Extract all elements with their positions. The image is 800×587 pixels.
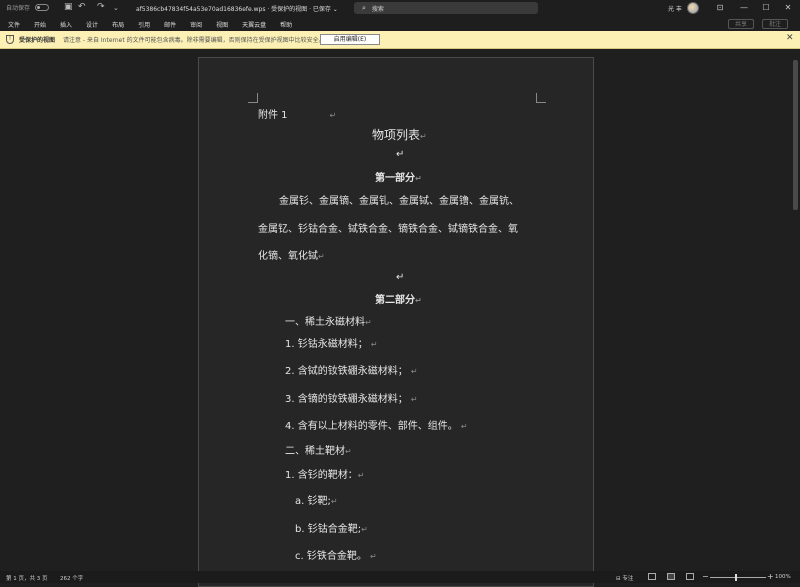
vertical-scrollbar[interactable] — [793, 60, 798, 210]
minimize-icon[interactable]: — — [734, 1, 754, 15]
menu-cloud[interactable]: 天翼云盘 — [242, 20, 266, 29]
menu-references[interactable]: 引用 — [138, 20, 150, 29]
attachment-label: 附件 1 ↵ — [258, 110, 337, 121]
paragraph-mark: ↵ — [396, 149, 405, 160]
section-heading: 一、稀土永磁材料↵ — [285, 317, 372, 328]
user-name[interactable]: 光 丰 — [668, 4, 682, 13]
part1-line: 金属钇、钐钴合金、铽铁合金、镝铁合金、铽镝铁合金、氧 — [258, 224, 518, 235]
zoom-level[interactable]: 100% — [775, 574, 791, 580]
sub-list-item: c. 钐铁合金靶。 ↵ — [295, 551, 377, 562]
focus-mode-button[interactable]: ⊟ 专注 — [616, 574, 633, 582]
menu-bar: 文件 开始 插入 设计 布局 引用 邮件 审阅 视图 天翼云盘 帮助 共享 批注 — [0, 17, 800, 31]
sub-list-item: b. 钐钴合金靶;↵ — [295, 524, 368, 535]
autosave-label: 自动保存 — [6, 5, 31, 12]
document-title: af5386cb47834f54a53e70ad16836efe.wps · 受… — [136, 6, 338, 13]
search-icon: ⌕ — [362, 3, 366, 12]
comments-button[interactable]: 批注 — [762, 19, 789, 29]
search-input[interactable]: ⌕ 搜索 — [354, 2, 538, 14]
zoom-slider-handle[interactable] — [735, 574, 737, 581]
section-heading: 二、稀土靶材↵ — [285, 446, 352, 457]
zoom-in-icon[interactable]: + — [767, 572, 774, 581]
list-item: 2. 含铽的钕铁硼永磁材料； ↵ — [285, 366, 418, 377]
menu-layout[interactable]: 布局 — [112, 20, 124, 29]
ribbon-display-icon[interactable]: ⊡ — [710, 1, 730, 15]
protected-view-message: 请注意 - 来自 Internet 的文件可能包含病毒。除非需要编辑，否则保持在… — [63, 37, 325, 44]
save-icon[interactable]: ▣ — [64, 2, 73, 12]
close-bar-icon[interactable]: ✕ — [786, 33, 794, 43]
margin-corner-mark — [248, 93, 258, 103]
enable-editing-button[interactable]: 启用编辑(E) — [320, 34, 380, 45]
sub-list-item: a. 钐靶;↵ — [295, 496, 338, 507]
list-item: 4. 含有以上材料的零件、部件、组件。 ↵ — [285, 421, 468, 432]
print-layout-icon[interactable] — [667, 573, 675, 580]
menu-view[interactable]: 视图 — [216, 20, 228, 29]
title-bar: 自动保存 ▣ ↶ ↷ ⌄ af5386cb47834f54a53e70ad168… — [0, 0, 800, 17]
focus-icon: ⊟ — [616, 576, 621, 582]
protected-view-bar: ! 受保护的视图 请注意 - 来自 Internet 的文件可能包含病毒。除非需… — [0, 31, 800, 49]
list-item: 3. 含镝的钕铁硼永磁材料； ↵ — [285, 394, 418, 405]
margin-corner-mark — [536, 93, 546, 103]
protected-view-title: 受保护的视图 — [19, 37, 56, 44]
menu-home[interactable]: 开始 — [34, 20, 46, 29]
autosave-group: 自动保存 — [6, 3, 50, 12]
maximize-icon[interactable]: ☐ — [756, 1, 776, 15]
word-count[interactable]: 262 个字 — [60, 574, 83, 582]
part1-line: 金属钐、金属镝、金属钆、金属铽、金属镥、金属钪、 — [279, 196, 519, 207]
share-button[interactable]: 共享 — [728, 19, 755, 29]
menu-design[interactable]: 设计 — [86, 20, 98, 29]
autosave-toggle[interactable] — [35, 4, 50, 11]
document-title-heading: 物项列表↵ — [372, 128, 427, 142]
redo-icon[interactable]: ↷ — [97, 2, 105, 12]
close-icon[interactable]: ✕ — [778, 1, 798, 15]
menu-help[interactable]: 帮助 — [280, 20, 292, 29]
page-indicator[interactable]: 第 1 页，共 3 页 — [6, 574, 48, 582]
shield-icon: ! — [6, 35, 14, 44]
zoom-out-icon[interactable]: − — [702, 572, 709, 581]
zoom-slider[interactable] — [710, 577, 766, 578]
status-bar: 第 1 页，共 3 页 262 个字 ⊟ 专注 − + 100% — [0, 571, 800, 583]
part2-heading: 第二部分↵ — [375, 295, 422, 306]
paragraph-mark: ↵ — [396, 272, 405, 283]
menu-mailings[interactable]: 邮件 — [164, 20, 176, 29]
search-placeholder: 搜索 — [371, 5, 384, 13]
web-layout-icon[interactable] — [686, 573, 694, 580]
undo-icon[interactable]: ↶ — [78, 2, 86, 12]
list-item: 1. 含钐的靶材：↵ — [285, 470, 365, 481]
menu-file[interactable]: 文件 — [8, 20, 20, 29]
menu-review[interactable]: 审阅 — [190, 20, 202, 29]
customize-qat-icon[interactable]: ⌄ — [113, 4, 119, 12]
part1-heading: 第一部分↵ — [375, 173, 422, 184]
avatar[interactable] — [687, 2, 699, 14]
read-mode-icon[interactable] — [648, 573, 656, 580]
list-item: 1. 钐钴永磁材料； ↵ — [285, 339, 378, 350]
part1-line: 化镝、氧化铽↵ — [258, 251, 325, 262]
menu-insert[interactable]: 插入 — [60, 20, 72, 29]
